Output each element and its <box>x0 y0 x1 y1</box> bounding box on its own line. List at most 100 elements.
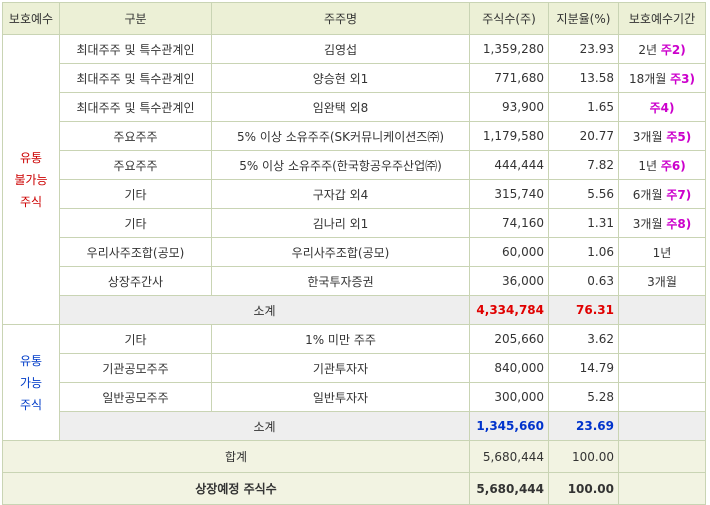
row-period <box>618 324 706 354</box>
table-row: 주요주주 5% 이상 소유주주(SK커뮤니케이션즈㈜) 1,179,580 20… <box>3 121 706 151</box>
row-shares: 74,160 <box>469 208 549 238</box>
row-ratio: 0.63 <box>548 266 619 296</box>
non-tradable-label: 유통 불가능 주식 <box>2 34 60 325</box>
table-row: 기타 구자갑 외4 315,740 5.56 6개월 주7) <box>3 179 706 209</box>
row-ratio: 5.28 <box>548 382 619 412</box>
row-category: 최대주주 및 특수관계인 <box>59 92 212 122</box>
row-holder: 5% 이상 소유주주(SK커뮤니케이션즈㈜) <box>211 121 470 151</box>
row-category: 최대주주 및 특수관계인 <box>59 34 212 64</box>
row-period: 주4) <box>618 92 706 122</box>
subtotal-ratio: 76.31 <box>548 295 619 325</box>
subtotal-ratio: 23.69 <box>548 411 619 441</box>
row-ratio: 1.31 <box>548 208 619 238</box>
row-ratio: 3.62 <box>548 324 619 354</box>
header-lockup: 보호예수 <box>2 2 60 35</box>
header-shares: 주식수(주) <box>469 2 549 35</box>
row-shares: 315,740 <box>469 179 549 209</box>
row-shares: 1,359,280 <box>469 34 549 64</box>
header-category: 구분 <box>59 2 212 35</box>
table-row: 우리사주조합(공모) 우리사주조합(공모) 60,000 1.06 1년 <box>3 237 706 267</box>
row-holder: 구자갑 외4 <box>211 179 470 209</box>
table-row: 주요주주 5% 이상 소유주주(한국항공우주산업㈜) 444,444 7.82 … <box>3 150 706 180</box>
tradable-label: 유통 가능 주식 <box>2 324 60 441</box>
row-ratio: 20.77 <box>548 121 619 151</box>
tradable-subtotal-row: 소계 1,345,660 23.69 <box>3 411 706 441</box>
header-ratio: 지분율(%) <box>548 2 619 35</box>
row-category: 기타 <box>59 208 212 238</box>
row-shares: 300,000 <box>469 382 549 412</box>
footnote-ref: 주7) <box>666 187 692 202</box>
footnote-ref: 주8) <box>666 216 692 231</box>
row-period: 3개월 주5) <box>618 121 706 151</box>
row-holder: 1% 미만 주주 <box>211 324 470 354</box>
row-holder: 일반투자자 <box>211 382 470 412</box>
table-row: 기타 김나리 외1 74,160 1.31 3개월 주8) <box>3 208 706 238</box>
row-holder: 양승현 외1 <box>211 63 470 93</box>
total-period <box>618 440 706 473</box>
row-ratio: 23.93 <box>548 34 619 64</box>
row-ratio: 1.06 <box>548 237 619 267</box>
row-category: 우리사주조합(공모) <box>59 237 212 267</box>
table-row: 최대주주 및 특수관계인 양승현 외1 771,680 13.58 18개월 주… <box>3 63 706 93</box>
row-holder: 우리사주조합(공모) <box>211 237 470 267</box>
row-category: 기타 <box>59 179 212 209</box>
shareholding-table: 보호예수 구분 주주명 주식수(주) 지분율(%) 보호예수기간 유통 불가능 … <box>2 2 706 505</box>
header-holder: 주주명 <box>211 2 470 35</box>
listing-label: 상장예정 주식수 <box>2 472 470 505</box>
row-shares: 60,000 <box>469 237 549 267</box>
row-shares: 36,000 <box>469 266 549 296</box>
table-row: 상장주간사 한국투자증권 36,000 0.63 3개월 <box>3 266 706 296</box>
row-holder: 기관투자자 <box>211 353 470 383</box>
row-period <box>618 382 706 412</box>
row-period: 1년 주6) <box>618 150 706 180</box>
row-holder: 한국투자증권 <box>211 266 470 296</box>
subtotal-label: 소계 <box>59 295 470 325</box>
row-shares: 771,680 <box>469 63 549 93</box>
row-period: 1년 <box>618 237 706 267</box>
table-row: 일반공모주주 일반투자자 300,000 5.28 <box>3 382 706 412</box>
subtotal-period <box>618 411 706 441</box>
subtotal-period <box>618 295 706 325</box>
total-row: 합계 5,680,444 100.00 <box>2 440 706 473</box>
table-row: 최대주주 및 특수관계인 임완택 외8 93,900 1.65 주4) <box>3 92 706 122</box>
header-row: 보호예수 구분 주주명 주식수(주) 지분율(%) 보호예수기간 <box>2 2 706 35</box>
non-tradable-subtotal-row: 소계 4,334,784 76.31 <box>3 295 706 325</box>
listing-ratio: 100.00 <box>548 472 619 505</box>
footnote-ref: 주3) <box>670 71 696 86</box>
total-label: 합계 <box>2 440 470 473</box>
footnote-ref: 주5) <box>666 129 692 144</box>
row-period <box>618 353 706 383</box>
row-category: 주요주주 <box>59 121 212 151</box>
row-category: 주요주주 <box>59 150 212 180</box>
row-holder: 임완택 외8 <box>211 92 470 122</box>
row-shares: 1,179,580 <box>469 121 549 151</box>
row-holder: 김나리 외1 <box>211 208 470 238</box>
footnote-ref: 주6) <box>660 158 686 173</box>
row-period: 6개월 주7) <box>618 179 706 209</box>
table-row: 유통 불가능 주식 최대주주 및 특수관계인 김영섭 1,359,280 23.… <box>2 34 706 325</box>
row-ratio: 13.58 <box>548 63 619 93</box>
listing-row: 상장예정 주식수 5,680,444 100.00 <box>2 472 706 505</box>
row-ratio: 5.56 <box>548 179 619 209</box>
footnote-ref: 주2) <box>660 42 686 57</box>
row-period: 3개월 <box>618 266 706 296</box>
row-holder: 김영섭 <box>211 34 470 64</box>
row-category: 기관공모주주 <box>59 353 212 383</box>
row-category: 기타 <box>59 324 212 354</box>
row-period: 2년 주2) <box>618 34 706 64</box>
total-ratio: 100.00 <box>548 440 619 473</box>
row-ratio: 1.65 <box>548 92 619 122</box>
row-shares: 205,660 <box>469 324 549 354</box>
row-period: 3개월 주8) <box>618 208 706 238</box>
row-ratio: 14.79 <box>548 353 619 383</box>
subtotal-shares: 4,334,784 <box>469 295 549 325</box>
row-holder: 5% 이상 소유주주(한국항공우주산업㈜) <box>211 150 470 180</box>
row-category: 상장주간사 <box>59 266 212 296</box>
row-category: 일반공모주주 <box>59 382 212 412</box>
listing-shares: 5,680,444 <box>469 472 549 505</box>
row-shares: 444,444 <box>469 150 549 180</box>
table-row: 기관공모주주 기관투자자 840,000 14.79 <box>3 353 706 383</box>
row-shares: 93,900 <box>469 92 549 122</box>
subtotal-label: 소계 <box>59 411 470 441</box>
listing-period <box>618 472 706 505</box>
